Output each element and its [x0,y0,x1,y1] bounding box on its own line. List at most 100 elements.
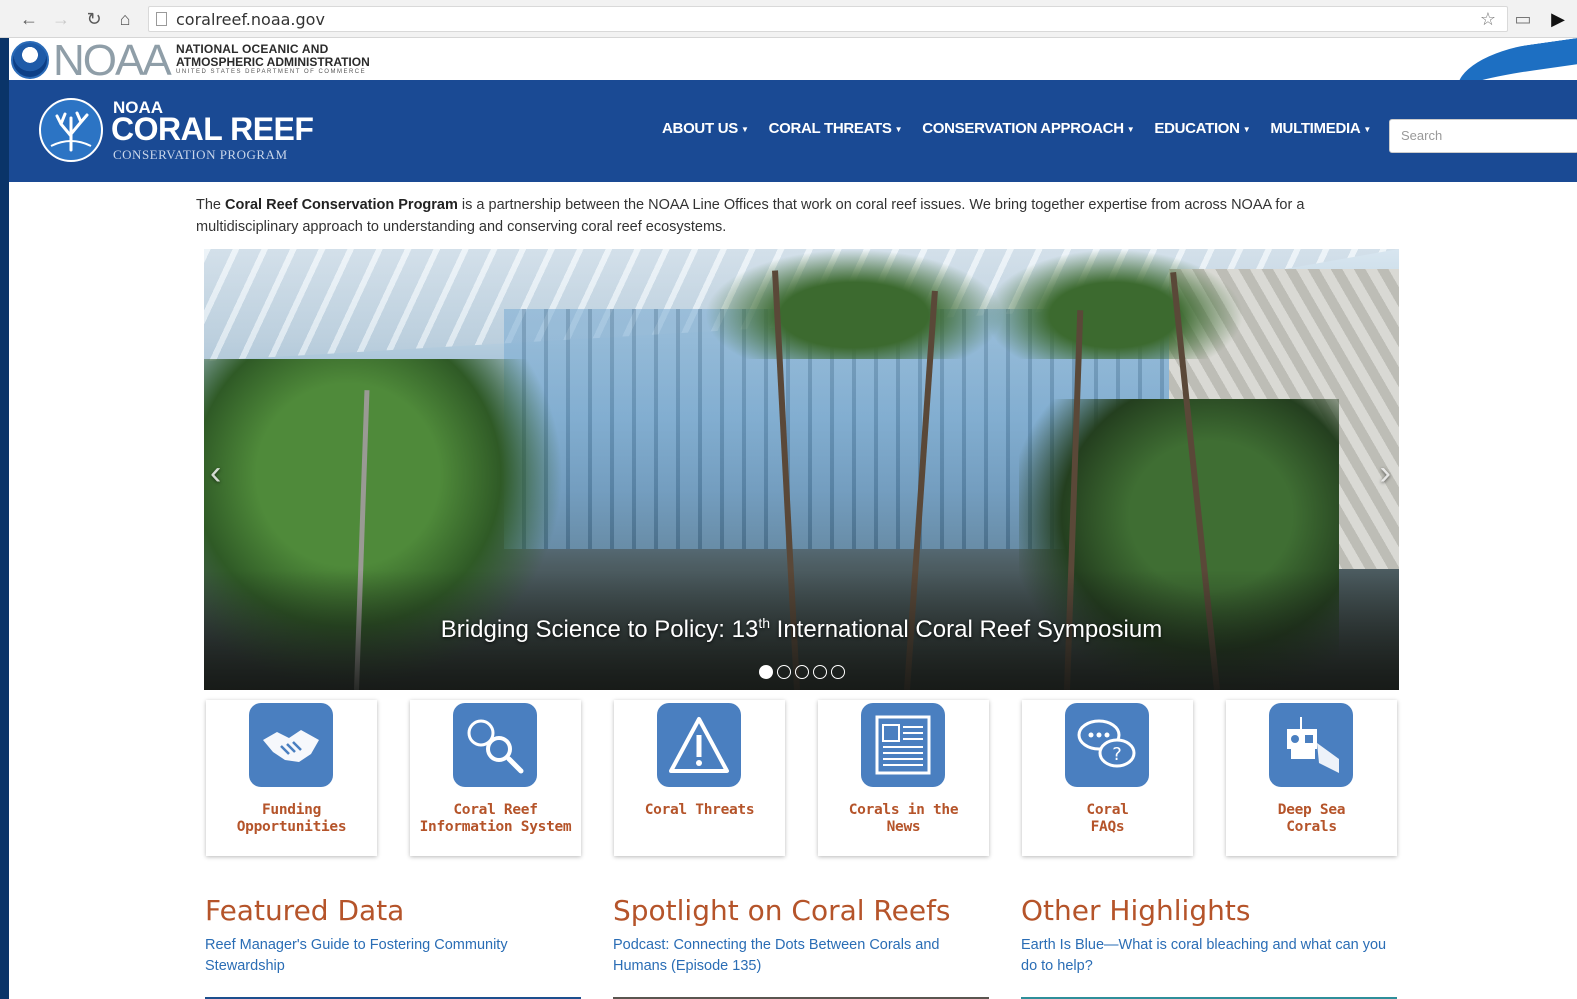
carousel-dot[interactable] [831,665,845,679]
handshake-icon [249,703,333,787]
browser-toolbar: ← → ↻ ⌂ coralreef.noaa.gov ☆ ▭ ▶ [0,0,1577,38]
card-label-line1: Coral Threats [644,802,755,818]
noaa-swoosh-decoration [1452,38,1577,80]
card-label-line2: Opportunities [236,819,347,835]
logo-subtitle: CONSERVATION PROGRAM [113,147,288,162]
caret-down-icon: ▼ [1126,124,1135,134]
noaa-name-line1: NATIONAL OCEANIC AND [176,42,329,56]
card-label: Deep Sea Corals [1226,802,1397,836]
carousel-caption[interactable]: Bridging Science to Policy: 13th Interna… [204,615,1399,644]
card-label-line2: Information System [419,819,572,835]
section-heading: Featured Data [205,894,405,927]
other-highlights-section: Other Highlights Earth Is Blue—What is c… [1021,894,1401,999]
newspaper-icon [861,703,945,787]
noaa-name-line2: ATMOSPHERIC ADMINISTRATION [176,55,370,69]
caption-text: International Coral Reef Symposium [770,616,1163,643]
hero-carousel[interactable]: ‹ › Bridging Science to Policy: 13th Int… [204,249,1399,690]
intro-text-before: The [196,197,226,213]
quick-links: Funding Opportunities Coral Reef Informati… [206,700,1398,856]
svg-text:?: ? [1112,744,1122,765]
carousel-next-icon[interactable]: › [1380,454,1391,493]
address-bar[interactable]: coralreef.noaa.gov [148,6,1508,32]
card-label: Funding Opportunities [206,802,377,836]
url-text: coralreef.noaa.gov [176,10,325,29]
nav-multimedia[interactable]: MULTIMEDIA ▼ [1270,120,1371,137]
coral-reef-logo-icon[interactable] [39,98,103,162]
section-heading: Spotlight on Coral Reefs [613,894,951,927]
spotlight-link[interactable]: Podcast: Connecting the Dots Between Cor… [613,935,993,977]
card-coral-faqs[interactable]: ? Coral FAQs [1022,700,1193,856]
card-label-line2: Corals [1286,819,1337,835]
card-label-line2: News [886,819,921,835]
other-highlights-link[interactable]: Earth Is Blue—What is coral bleaching an… [1021,935,1401,977]
home-icon[interactable]: ⌂ [114,8,136,30]
main-nav: ABOUT US ▼ CORAL THREATS ▼ CONSERVATION AP… [662,120,1371,137]
card-deep-sea-corals[interactable]: Deep Sea Corals [1226,700,1397,856]
caret-down-icon: ▼ [1363,124,1372,134]
page-icon [156,12,167,26]
nav-label: CONSERVATION APPROACH [922,120,1124,137]
reload-icon[interactable]: ↻ [83,8,105,30]
carousel-dot[interactable] [795,665,809,679]
window-frame [0,38,9,999]
card-label: Coral Threats [614,802,785,819]
photo-palm-fronds [984,249,1244,359]
nav-education[interactable]: EDUCATION ▼ [1154,120,1250,137]
card-label-line1: Funding [261,802,321,818]
handshake-glyph [263,730,319,762]
caption-text: Bridging Science to Policy: 13 [440,616,759,643]
caret-down-icon: ▼ [1242,124,1251,134]
intro-paragraph: The Coral Reef Conservation Program is a… [196,194,1396,238]
globe-magnifier-icon [453,703,537,787]
extension-play-icon[interactable]: ▶ [1546,7,1570,31]
warning-triangle-icon [657,703,741,787]
submersible-glyph [1287,717,1339,773]
forward-arrow-icon[interactable]: → [50,8,72,30]
nav-label: CORAL THREATS [768,120,892,137]
back-arrow-icon[interactable]: ← [18,8,40,30]
intro-program-name: Coral Reef Conservation Program [225,197,458,213]
card-corals-in-the-news[interactable]: Corals in the News [818,700,989,856]
nav-coral-threats[interactable]: CORAL THREATS ▼ [769,120,903,137]
caret-down-icon: ▼ [894,124,903,134]
search-input[interactable]: Search [1389,119,1577,153]
site-banner: NOAA CORAL REEF CONSERVATION PROGRAM ABO… [9,80,1577,182]
card-label-line1: Coral [1086,802,1129,818]
newspaper-glyph [875,715,931,775]
noaa-wordmark[interactable]: NOAA [53,38,172,80]
caption-superscript: th [758,615,770,631]
carousel-prev-icon[interactable]: ‹ [210,454,221,493]
globe-magnifier-glyph [467,719,524,774]
card-label-line1: Coral Reef [453,802,538,818]
carousel-indicators [759,665,845,679]
card-label-line1: Corals in the [848,802,959,818]
spotlight-section: Spotlight on Coral Reefs Podcast: Connec… [613,894,993,999]
noaa-seal-icon[interactable] [11,41,49,79]
card-label-line2: FAQs [1090,819,1125,835]
nav-about-us[interactable]: ABOUT US ▼ [662,120,749,137]
carousel-dot[interactable] [777,665,791,679]
speech-bubbles-glyph: ? [1077,719,1136,768]
carousel-dot[interactable] [813,665,827,679]
logo-title[interactable]: CORAL REEF [111,111,314,148]
card-label: Coral Reef Information System [410,802,581,836]
carousel-dot[interactable] [759,665,773,679]
featured-data-link[interactable]: Reef Manager's Guide to Fostering Commun… [205,935,585,977]
card-coral-reef-information-system[interactable]: Coral Reef Information System [410,700,581,856]
warning-triangle-glyph [669,717,729,773]
coral-branch-icon [50,111,92,152]
bookmark-star-icon[interactable]: ☆ [1476,7,1500,31]
section-heading: Other Highlights [1021,894,1251,927]
card-coral-threats[interactable]: Coral Threats [614,700,785,856]
cast-icon[interactable]: ▭ [1511,7,1535,31]
card-label-line1: Deep Sea [1277,802,1346,818]
card-label: Corals in the News [818,802,989,836]
nav-label: ABOUT US [662,120,738,137]
photo-palm-fronds [704,249,1004,359]
card-funding-opportunities[interactable]: Funding Opportunities [206,700,377,856]
page-content: The Coral Reef Conservation Program is a… [9,182,1577,999]
nav-conservation-approach[interactable]: CONSERVATION APPROACH ▼ [922,120,1134,137]
caret-down-icon: ▼ [740,124,749,134]
card-label: Coral FAQs [1022,802,1193,836]
submersible-icon [1269,703,1353,787]
